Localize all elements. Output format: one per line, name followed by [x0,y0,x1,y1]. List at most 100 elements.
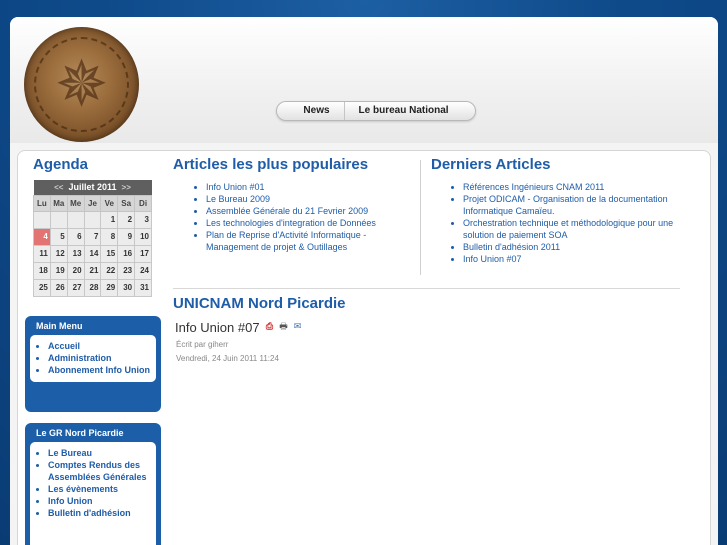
menu-item-comptes-rendus[interactable]: Comptes Rendus des Assemblées Générales [48,459,151,483]
calendar-day[interactable]: 16 [117,244,136,263]
calendar-day[interactable]: 31 [134,278,152,297]
gr-menu: Le GR Nord Picardie Le Bureau Comptes Re… [25,423,161,545]
weekday-label: Me [66,194,85,212]
weekday-label: Ma [49,194,68,212]
calendar-week: 18 19 20 21 22 23 24 [33,261,152,280]
prev-month-button[interactable]: << [54,183,63,192]
weekday-label: Sa [117,194,136,212]
menu-item-administration[interactable]: Administration [48,352,151,364]
article-title[interactable]: Info Union #07 [175,320,260,335]
latest-article-link[interactable]: Orchestration technique et méthodologiqu… [463,217,693,241]
article-date: Vendredi, 24 Juin 2011 11:24 [176,354,279,363]
agenda-title: Agenda [33,156,89,173]
calendar-days: 1 2 3 4 5 6 7 8 9 10 11 12 13 14 15 16 17 18 19 20 21 22 23 24 2… [33,210,152,297]
main-menu-title: Main Menu [36,321,83,331]
menu-item-label: Accueil [48,341,81,351]
nav-item-news[interactable]: News [289,102,345,120]
popular-articles-title: Articles les plus populaires [173,156,369,173]
weekday-label: Di [134,194,152,212]
menu-item-le-bureau[interactable]: Le Bureau [48,447,151,459]
calendar-day[interactable]: 14 [83,244,102,263]
print-icon[interactable]: 🖶 [278,321,289,331]
top-nav: News Le bureau National [276,101,476,121]
nav-item-bureau-national[interactable]: Le bureau National [345,102,463,120]
menu-item-label: Bulletin d'adhésion [48,508,131,518]
calendar-empty-cell [49,210,68,229]
menu-item-evenements[interactable]: Les évènements [48,483,151,495]
popular-articles-list: Info Union #01 Le Bureau 2009 Assemblée … [206,181,416,253]
calendar-week: 25 26 27 28 29 30 31 [33,278,152,297]
calendar-day[interactable]: 7 [83,227,102,246]
calendar-day[interactable]: 19 [49,261,68,280]
latest-article-link[interactable]: Bulletin d'adhésion 2011 [463,241,693,253]
latest-articles-list: Références Ingénieurs CNAM 2011 Projet O… [463,181,693,265]
header: ✵ News Le bureau National [10,17,718,143]
popular-article-link[interactable]: Plan de Reprise d'Activité Informatique … [206,229,416,253]
menu-item-abonnement[interactable]: Abonnement Info Union [48,364,151,376]
calendar-day[interactable]: 10 [134,227,152,246]
calendar-day[interactable]: 5 [49,227,68,246]
calendar-day[interactable]: 29 [100,278,119,297]
article-tools: ⎙ 🖶 ✉ [264,321,303,331]
menu-item-accueil[interactable]: Accueil [48,340,151,352]
popular-article-link[interactable]: Le Bureau 2009 [206,193,416,205]
article-author: Écrit par giherr [176,340,229,349]
menu-item-label: Les évènements [48,484,119,494]
calendar-empty-cell [33,210,51,229]
calendar-day[interactable]: 2 [117,210,136,229]
calendar-day[interactable]: 3 [134,210,152,229]
column-divider [420,160,421,275]
latest-articles-title: Derniers Articles [431,156,551,173]
calendar-day[interactable]: 26 [49,278,68,297]
calendar-day[interactable]: 27 [66,278,85,297]
calendar-day[interactable]: 1 [100,210,119,229]
calendar-weekdays: Lu Ma Me Je Ve Sa Di [33,194,152,212]
latest-article-link[interactable]: Projet ODICAM - Organisation de la docum… [463,193,693,217]
calendar-day[interactable]: 21 [83,261,102,280]
calendar-day[interactable]: 12 [49,244,68,263]
calendar-day[interactable]: 15 [100,244,119,263]
calendar-day[interactable]: 6 [66,227,85,246]
email-icon[interactable]: ✉ [292,321,303,331]
calendar-day[interactable]: 22 [100,261,119,280]
pdf-icon[interactable]: ⎙ [264,321,275,331]
calendar-day[interactable]: 25 [33,278,51,297]
calendar-week: 123 [33,210,152,229]
calendar-day[interactable]: 9 [117,227,136,246]
calendar-day[interactable]: 20 [66,261,85,280]
main-menu: Main Menu Accueil Administration Abonnem… [25,316,161,412]
section-title: UNICNAM Nord Picardie [173,295,346,312]
menu-item-label: Comptes Rendus des Assemblées Générales [48,460,147,482]
calendar-empty-cell [66,210,85,229]
calendar-day[interactable]: 11 [33,244,51,263]
calendar-month: << Juillet 2011 >> [33,180,152,195]
popular-article-link[interactable]: Les technologies d'integration de Donnée… [206,217,416,229]
menu-item-info-union[interactable]: Info Union [48,495,151,507]
calendar-week: 11 12 13 14 15 16 17 [33,244,152,263]
site-logo[interactable]: ✵ [24,27,139,142]
next-month-button[interactable]: >> [122,183,131,192]
calendar-week: 4 5 6 7 8 9 10 [33,227,152,246]
calendar-day[interactable]: 23 [117,261,136,280]
calendar-day[interactable]: 28 [83,278,102,297]
calendar-header: << Juillet 2011 >> [33,180,152,195]
compass-star-icon: ✵ [54,48,109,120]
calendar-day[interactable]: 18 [33,261,51,280]
calendar-day[interactable]: 13 [66,244,85,263]
gr-menu-body: Le Bureau Comptes Rendus des Assemblées … [30,442,156,545]
menu-item-bulletin[interactable]: Bulletin d'adhésion [48,507,151,519]
calendar-day[interactable]: 4 [33,227,51,246]
menu-item-label: Le Bureau [48,448,93,458]
calendar-day[interactable]: 17 [134,244,152,263]
popular-article-link[interactable]: Info Union #01 [206,181,416,193]
latest-article-link[interactable]: Références Ingénieurs CNAM 2011 [463,181,693,193]
popular-article-link[interactable]: Assemblée Générale du 21 Fevrier 2009 [206,205,416,217]
calendar-day[interactable]: 8 [100,227,119,246]
weekday-label: Je [83,194,102,212]
calendar-empty-cell [83,210,102,229]
calendar-month-label: Juillet 2011 [68,182,117,193]
calendar-day[interactable]: 30 [117,278,136,297]
latest-article-link[interactable]: Info Union #07 [463,253,693,265]
page: ✵ News Le bureau National Agenda << Juil… [10,17,718,545]
calendar-day[interactable]: 24 [134,261,152,280]
